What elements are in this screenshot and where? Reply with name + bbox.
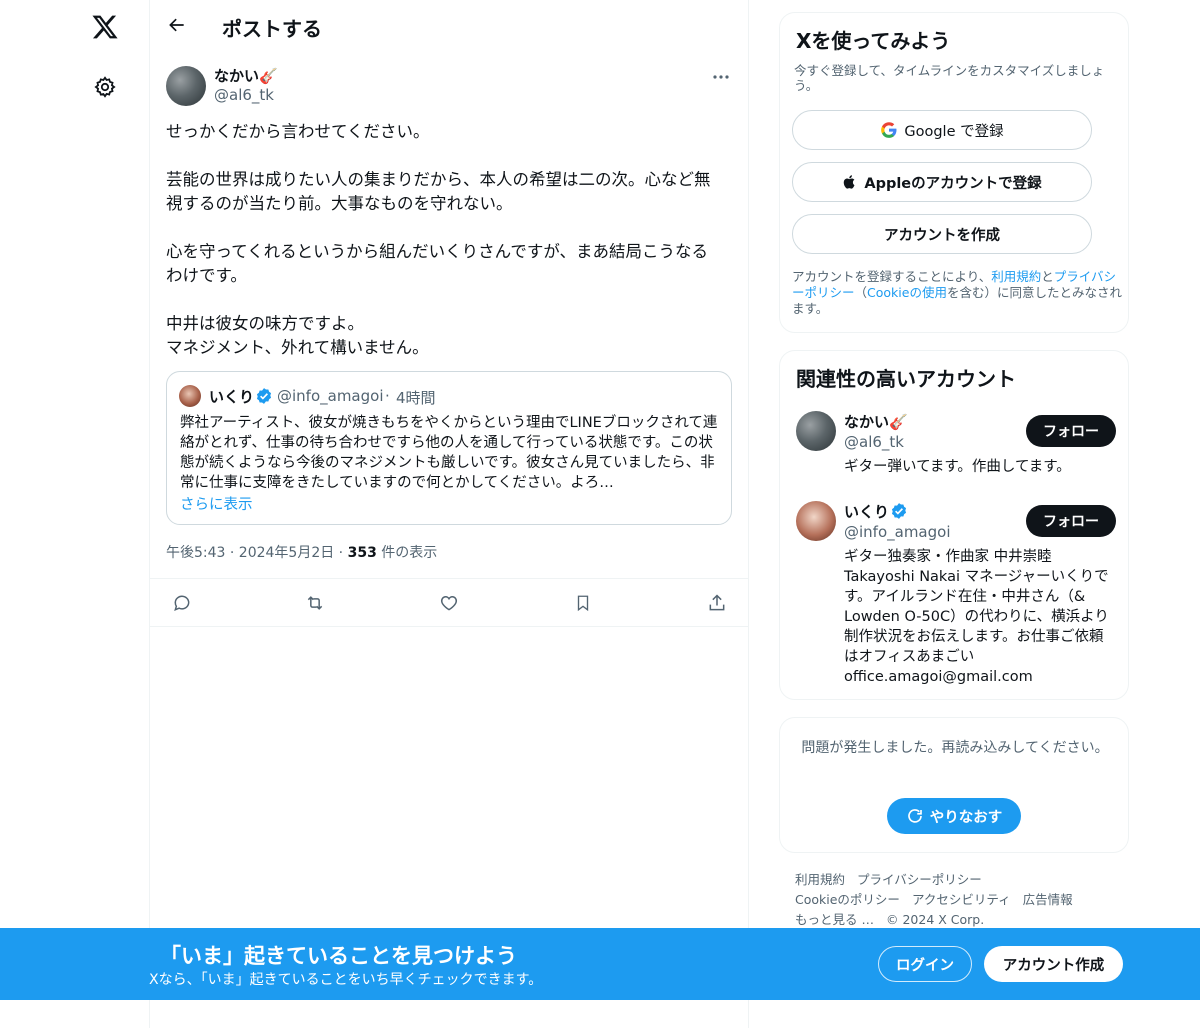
post-timestamp[interactable]: 午後5:43 · 2024年5月2日 · [166,545,348,561]
terms-prefix: アカウントを登録することにより、 [792,269,992,284]
signup-card: Xを使ってみよう 今すぐ登録して、タイムラインをカスタマイズしましょう。 Goo… [779,12,1129,333]
views-label: 件の表示 [376,545,438,561]
account-name[interactable]: なかい🎸 [844,411,908,432]
signup-banner: 「いま」起きていることを見つけよう Xなら、「いま」起きていることをいち早くチェ… [0,928,1200,1000]
post-line: せっかくだから言わせてください。 [166,122,430,141]
account-handle: @info_amagoi [844,523,951,541]
left-nav [0,0,150,1028]
related-accounts-card: 関連性の高いアカウント なかい🎸 @al6_tk ギター弾いてます。作曲してます… [779,350,1129,700]
banner-title: 「いま」起きていることを見つけよう [160,944,517,968]
show-more-link[interactable]: さらに表示 [180,493,253,514]
apple-icon [842,173,858,191]
share-icon[interactable] [705,591,729,615]
repost-icon[interactable] [303,591,327,615]
error-message: 問題が発生しました。再読み込みしてください。 [801,740,1109,756]
quoted-post-time: 4時間 [396,389,436,407]
error-card: 問題が発生しました。再読み込みしてください。 やりなおす [779,717,1129,853]
bookmark-icon[interactable] [571,591,595,615]
main-column: ポストする なかい🎸 @al6_tk せっかくだから言わせてください。 芸能の世… [150,0,749,1028]
verified-badge-icon [890,502,908,520]
footer-link[interactable]: Cookieのポリシー [795,892,900,907]
create-account-button[interactable]: アカウントを作成 [792,214,1092,254]
quoted-author-name: いくり [209,388,255,406]
follow-button[interactable]: フォロー [1026,505,1116,537]
reply-icon[interactable] [170,591,194,615]
cookie-use-link[interactable]: Cookieの使用 [867,285,947,300]
google-icon [880,121,898,139]
avatar[interactable] [796,411,836,451]
quoted-author-avatar [179,385,201,407]
terms-of-service-link[interactable]: 利用規約 [991,269,1041,284]
related-accounts-title: 関連性の高いアカウント [796,367,1016,391]
account-bio: ギター弾いてます。作曲してます。 [844,459,1071,475]
post-line: 視するのが当たり前。大事なものを守れない。 [166,194,513,213]
more-options-icon[interactable] [709,66,733,88]
verified-badge-icon [255,387,273,405]
post-text: せっかくだから言わせてください。 芸能の世界は成りたい人の集まりだから、本人の希… [166,120,736,360]
account-name[interactable]: いくり [844,501,889,522]
create-account-label: アカウントを作成 [884,227,1000,244]
post-line: わけです。 [166,266,247,285]
views-count: 353 [347,545,377,561]
retry-label: やりなおす [929,809,1003,826]
avatar[interactable] [796,501,836,541]
google-signup-button[interactable]: Google で登録 [792,110,1092,150]
post-line: 中井は彼女の味方ですよ。 [166,314,364,333]
post-actions [150,578,748,627]
footer-link[interactable]: 利用規約 [795,872,845,887]
banner-subtitle: Xなら、「いま」起きていることをいち早くチェックできます。 [149,972,543,988]
account-handle: @al6_tk [844,433,904,451]
footer-link[interactable]: アクセシビリティ [912,892,1011,907]
post-line: 芸能の世界は成りたい人の集まりだから、本人の希望は二の次。心など無 [166,170,711,189]
author-handle[interactable]: @al6_tk [214,86,274,104]
page-title: ポストする [222,17,322,41]
page-header: ポストする [150,0,748,54]
signup-title: Xを使ってみよう [796,29,951,53]
post-meta: 午後5:43 · 2024年5月2日 · 353 件の表示 [166,542,437,562]
author-name[interactable]: なかい🎸 [214,65,278,86]
back-arrow-icon[interactable] [164,12,190,38]
follow-button[interactable]: フォロー [1026,415,1116,447]
signup-terms: アカウントを登録することにより、利用規約とプライバシーポリシー（Cookieの使… [792,269,1122,317]
login-button[interactable]: ログイン [878,946,972,982]
footer-link[interactable]: 広告情報 [1023,892,1073,907]
banner-create-account-button[interactable]: アカウント作成 [984,946,1123,982]
footer-links: 利用規約 プライバシーポリシー Cookieのポリシー アクセシビリティ 広告情報 も… [795,870,1115,930]
google-signup-label: Google で登録 [904,123,1004,140]
separator-dot: · [385,387,390,405]
retry-button[interactable]: やりなおす [887,798,1021,834]
post-line: マネジメント、外れて構いません。 [166,338,429,357]
apple-signup-label: Appleのアカウントで登録 [864,175,1042,192]
footer-more-link[interactable]: もっと見る … [795,912,874,927]
like-heart-icon[interactable] [437,591,461,615]
post-author: なかい🎸 @al6_tk [166,64,733,108]
quoted-post[interactable]: いくり @info_amagoi · 4時間 弊社アーティスト、彼女が焼きもちを… [166,371,732,525]
quoted-author-handle: @info_amagoi [277,387,384,405]
copyright: © 2024 X Corp. [885,912,985,927]
refresh-icon [906,807,924,825]
settings-gear-icon[interactable] [90,72,120,102]
terms-and: と [1041,269,1054,284]
author-avatar[interactable] [166,66,206,106]
quoted-post-text: 弊社アーティスト、彼女が焼きもちをやくからという理由でLINEブロックされて連絡… [180,415,718,491]
footer-link[interactable]: プライバシーポリシー [857,872,982,887]
post-line: 心を守ってくれるというから組んだいくりさんですが、まあ結局こうなる [166,242,709,261]
x-logo-icon[interactable] [88,10,122,44]
terms-paren: （ [854,285,868,300]
apple-signup-button[interactable]: Appleのアカウントで登録 [792,162,1092,202]
signup-subtitle: 今すぐ登録して、タイムラインをカスタマイズしましょう。 [794,63,1105,93]
account-bio: ギター独奏家・作曲家 中井崇睦Takayoshi Nakai マネージャーいくり… [844,549,1109,685]
